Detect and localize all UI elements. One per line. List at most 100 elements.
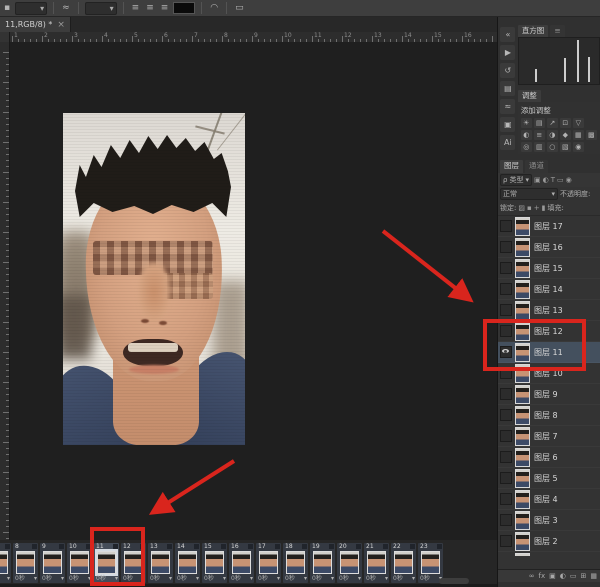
filter-smart-icon[interactable]: ◉	[566, 175, 572, 185]
frame-thumbnail[interactable]	[394, 551, 413, 574]
frame-menu-icon[interactable]	[248, 544, 253, 549]
timeline-frame[interactable]: 190秒▾	[310, 543, 335, 583]
frame-thumbnail[interactable]	[259, 551, 278, 574]
frame-menu-icon[interactable]	[59, 544, 64, 549]
layer-thumbnail[interactable]	[515, 301, 530, 320]
timeline-frame[interactable]: 220秒▾	[391, 543, 416, 583]
frame-duration-row[interactable]: 0秒▾	[42, 575, 64, 582]
timeline-frame[interactable]: 130秒▾	[148, 543, 173, 583]
filter-type-icon[interactable]: T	[551, 175, 555, 185]
frame-menu-icon[interactable]	[221, 544, 226, 549]
delete-layer-icon[interactable]: ▦	[590, 570, 597, 582]
frame-thumbnail[interactable]	[232, 551, 251, 574]
adjustments-panel-tab[interactable]: 调整	[518, 90, 541, 102]
filter-adjustment-icon[interactable]: ◐	[543, 175, 549, 185]
new-layer-icon[interactable]: ⊞	[581, 570, 587, 582]
layer-thumbnail[interactable]	[515, 217, 530, 236]
visibility-toggle[interactable]	[500, 388, 512, 400]
layer-thumbnail[interactable]	[515, 427, 530, 446]
layers-panel-tab-inactive[interactable]: 通道	[525, 160, 548, 173]
layer-row[interactable]: 图层 8	[498, 405, 600, 426]
selective-color-icon[interactable]: ◉	[573, 142, 584, 152]
layer-mask-icon[interactable]: ▣	[549, 570, 556, 582]
timeline-frame[interactable]: 200秒▾	[337, 543, 362, 583]
layer-style-icon[interactable]: fx	[539, 570, 546, 582]
visibility-toggle[interactable]	[500, 241, 512, 253]
timeline-frame[interactable]: 160秒▾	[229, 543, 254, 583]
layer-row[interactable]: 图层 9	[498, 384, 600, 405]
timeline-frame[interactable]: 210秒▾	[364, 543, 389, 583]
threshold-icon[interactable]: ○	[547, 142, 558, 152]
timeline-frame[interactable]: 150秒▾	[202, 543, 227, 583]
invert-icon[interactable]: ◎	[521, 142, 532, 152]
ai-panel-icon[interactable]: Ai	[500, 135, 515, 150]
visibility-toggle[interactable]	[500, 535, 512, 547]
libraries-panel-icon[interactable]: ▣	[500, 117, 515, 132]
canvas-area[interactable]	[0, 42, 497, 540]
timeline-frame[interactable]: 230秒▾	[418, 543, 443, 583]
photo-filter-icon[interactable]: ◆	[560, 130, 571, 140]
frame-menu-icon[interactable]	[437, 544, 442, 549]
visibility-toggle[interactable]	[500, 220, 512, 232]
exposure-icon[interactable]: ⊡	[560, 118, 571, 128]
align-left-icon[interactable]: ≡	[130, 1, 142, 16]
frame-thumbnail[interactable]	[151, 551, 170, 574]
tool-icon[interactable]: ▪	[2, 1, 12, 16]
visibility-toggle[interactable]	[500, 472, 512, 484]
frame-duration-row[interactable]: 0秒▾	[150, 575, 172, 582]
frame-thumbnail[interactable]	[205, 551, 224, 574]
frame-thumbnail[interactable]	[421, 551, 440, 574]
close-tab-icon[interactable]: ×	[57, 20, 65, 30]
layer-thumbnail[interactable]	[515, 406, 530, 425]
character-panel-icon[interactable]: ≈	[500, 99, 515, 114]
frame-thumbnail[interactable]	[70, 551, 89, 574]
layer-row[interactable]: 图层 7	[498, 426, 600, 447]
black-white-icon[interactable]: ◑	[547, 130, 558, 140]
blend-mode-dropdown[interactable]: 正常 ▾	[500, 188, 558, 200]
foreground-color-swatch[interactable]	[173, 2, 195, 14]
frame-thumbnail[interactable]	[16, 551, 35, 574]
posterize-icon[interactable]: ▥	[534, 142, 545, 152]
frame-thumbnail[interactable]	[43, 551, 62, 574]
hue-saturation-icon[interactable]: ◐	[521, 130, 532, 140]
visibility-toggle[interactable]	[500, 514, 512, 526]
frame-duration-row[interactable]: 0秒▾	[231, 575, 253, 582]
layer-thumbnail[interactable]	[515, 385, 530, 404]
frame-menu-icon[interactable]	[275, 544, 280, 549]
layer-thumbnail[interactable]	[515, 553, 530, 557]
mode-dropdown[interactable]: ▾	[85, 2, 117, 15]
frame-duration-row[interactable]: 0秒▾	[285, 575, 307, 582]
frame-duration-row[interactable]: 0秒▾	[312, 575, 334, 582]
frame-menu-icon[interactable]	[302, 544, 307, 549]
brush-panel-icon[interactable]: ▤	[500, 81, 515, 96]
visibility-toggle[interactable]	[500, 409, 512, 421]
brightness-contrast-icon[interactable]: ☀	[521, 118, 532, 128]
layer-row[interactable]: 图层 15	[498, 258, 600, 279]
lock-all-icon[interactable]: ▮	[542, 203, 546, 213]
align-center-icon[interactable]: ≡	[144, 1, 156, 16]
frame-menu-icon[interactable]	[329, 544, 334, 549]
histogram-menu-icon[interactable]: ≡	[550, 25, 564, 37]
frame-thumbnail[interactable]	[340, 551, 359, 574]
layer-thumbnail[interactable]	[515, 448, 530, 467]
color-lookup-icon[interactable]: ▩	[586, 130, 597, 140]
frame-thumbnail[interactable]	[313, 551, 332, 574]
timeline-frame[interactable]: 180秒▾	[283, 543, 308, 583]
frame-duration-row[interactable]: 0秒▾	[69, 575, 91, 582]
layer-thumbnail[interactable]	[515, 469, 530, 488]
frame-menu-icon[interactable]	[32, 544, 37, 549]
folder-icon[interactable]: ▭	[233, 1, 246, 16]
visibility-toggle[interactable]	[500, 283, 512, 295]
layer-row[interactable]: 图层 2	[498, 531, 600, 552]
layer-thumbnail[interactable]	[515, 259, 530, 278]
actions-panel-icon[interactable]: ▶	[500, 45, 515, 60]
frame-duration-row[interactable]: 0秒▾	[15, 575, 37, 582]
frame-thumbnail[interactable]	[0, 551, 8, 574]
layer-thumbnail[interactable]	[515, 511, 530, 530]
visibility-toggle[interactable]	[500, 493, 512, 505]
timeline-frame[interactable]: 70秒▾	[0, 543, 11, 583]
levels-icon[interactable]: ▤	[534, 118, 545, 128]
link-layers-icon[interactable]: ∞	[529, 570, 535, 582]
layer-filter-kind-dropdown[interactable]: ρ 类型 ▾	[500, 174, 532, 186]
smooth-icon[interactable]: ◠	[208, 1, 220, 16]
